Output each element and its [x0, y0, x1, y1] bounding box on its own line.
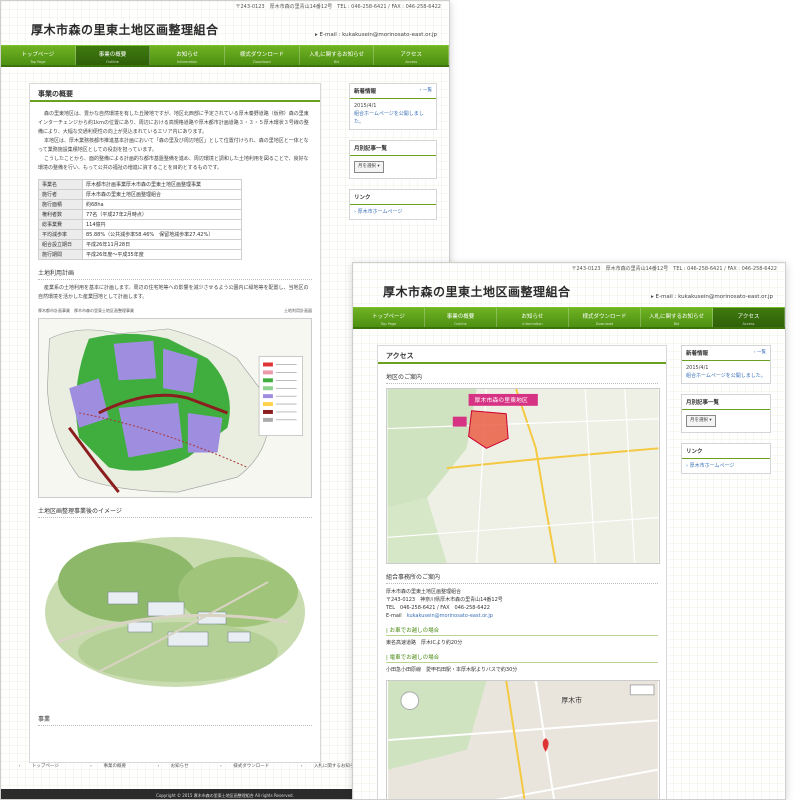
car-heading: | お車でお越しの場合: [386, 626, 658, 636]
office-email: E-mail kukakusein@morinosato-east.or.jp: [386, 613, 493, 619]
land-use-heading: 土地利用計画: [38, 266, 312, 280]
cut-heading: 事業: [38, 712, 312, 726]
global-nav: トップページ Top Page 事業の概要 Outline お知らせ Informat…: [1, 45, 449, 67]
archive-box: 月別記事一覧 月を選択 ▾: [681, 394, 771, 433]
nav-outline[interactable]: 事業の概要 Outline: [425, 308, 497, 327]
map-city-label: 厚木市: [561, 696, 582, 705]
table-row: 組合設立期日 平成26年11月28日: [38, 239, 242, 250]
area-map: 厚木市森の里東地区: [386, 388, 660, 564]
nav-download[interactable]: 様式ダウンロード Download: [225, 46, 300, 65]
table-row: 施行面積 約68ha: [38, 199, 242, 210]
nav-download[interactable]: 様式ダウンロード Download: [569, 308, 641, 327]
office-section-heading: 組合事務所のご案内: [386, 570, 658, 584]
footer-link-outline[interactable]: › 事業の概要: [90, 764, 136, 769]
train-text: 小田急小田原線 愛甲石田駅・本厚木駅よりバスで約30分: [386, 667, 518, 673]
news-date: 2015/4/1: [354, 103, 377, 109]
site-header: 厚木市森の里東土地区画整理組合 ▸ E-mail : kukakusein@mo…: [1, 11, 449, 45]
site-title[interactable]: 厚木市森の里東土地区画整理組合: [31, 21, 219, 38]
table-row: 施行期間 平成26年度～平成35年度: [38, 249, 242, 260]
main-content: アクセス 地区のご案内 厚木市森の里東地区 組合事務所のご案内 厚木市森の里東土…: [377, 345, 667, 799]
news-more-link[interactable]: › 一覧: [420, 87, 432, 93]
map-captions: 厚木都市計画事業 厚木市森の里東土地区画整理事業 土地利用計画図: [38, 308, 312, 313]
office-name: 厚木市森の里東土地区画整理組合: [386, 589, 462, 595]
header-address: 〒243-0123 厚木市森の里青山14番12号 TEL : 046-258-6…: [571, 266, 778, 272]
news-item-link[interactable]: 組合ホームページを公開しました。: [354, 110, 432, 126]
table-row: 平均減歩率 85.88%（公共減歩率58.46% 保留地減歩率27.42%）: [38, 229, 242, 240]
nav-bid[interactable]: 入札に関するお知らせ Bid: [300, 46, 375, 65]
page-title: 事業の概要: [30, 84, 320, 102]
links-box: リンク › 厚木市ホームページ: [349, 189, 437, 220]
sidebar: 新着情報 › 一覧 2015/4/1 組合ホームページを公開しました。 月別記事一…: [349, 83, 437, 230]
nav-top[interactable]: トップページ Top Page: [353, 308, 425, 327]
map-pin-label: 厚木市森の里東地区: [475, 396, 528, 404]
map-pan-control[interactable]: [400, 691, 420, 711]
nav-top[interactable]: トップページ Top Page: [1, 46, 76, 65]
header-email: ▸ E-mail : kukakusein@morinosato-east.or…: [651, 294, 773, 300]
header-email: ▸ E-mail : kukakusein@morinosato-east.or…: [315, 32, 437, 38]
news-box: 新着情報 › 一覧 2015/4/1 組合ホームページを公開しました。: [349, 83, 437, 130]
news-date: 2015/4/1: [686, 365, 709, 371]
land-use-text: 産業系の土地利用を基本に計画します。周辺の住宅地等への影響を減少させるよう公園内…: [38, 285, 309, 300]
page-title: アクセス: [378, 346, 666, 364]
project-info-table: 事業名 厚木都市計画事業厚木市森の里東土地区画整理事業 施行者 厚木市森の里東土地区…: [38, 179, 242, 260]
footer-link-top[interactable]: › トップページ: [19, 764, 69, 769]
train-heading: | 電車でお越しの場合: [386, 653, 658, 663]
news-item-link[interactable]: 組合ホームページを公開しました。: [686, 372, 766, 380]
nav-bid[interactable]: 入札に関するお知らせ Bid: [641, 308, 713, 327]
access-page-window: 〒243-0123 厚木市森の里青山14番12号 TEL : 046-258-6…: [352, 262, 786, 800]
nav-outline[interactable]: 事業の概要 Outline: [75, 46, 151, 65]
main-content: 事業の概要 森の里東地区は、豊かな自然環境を有した丘陵地ですが、地区北西部に予定…: [29, 83, 321, 763]
archive-box: 月別記事一覧 月を選択 ▾: [349, 140, 437, 179]
footer-link-download[interactable]: › 様式ダウンロード: [220, 764, 279, 769]
office-tel: TEL 046-258-6421 / FAX 046-258-6422: [386, 605, 490, 611]
office-map: 厚木市: [386, 680, 660, 799]
global-nav: トップページ Top Page 事業の概要 Outline お知らせ Informat…: [353, 307, 785, 329]
links-box: リンク › 厚木市ホームページ: [681, 443, 771, 474]
table-row: 総事業費 114億円: [38, 219, 242, 230]
archive-select[interactable]: 月を選択 ▾: [686, 415, 716, 427]
nav-access[interactable]: アクセス Access: [374, 46, 449, 65]
car-text: 東名高速道路 厚木ICより約20分: [386, 640, 463, 646]
table-row: 施行者 厚木市森の里東土地区画整理組合: [38, 189, 242, 200]
archive-select[interactable]: 月を選択 ▾: [354, 161, 384, 173]
header-address: 〒243-0123 厚木市森の里青山14番12号 TEL : 046-258-6…: [235, 4, 442, 10]
site-title[interactable]: 厚木市森の里東土地区画整理組合: [383, 283, 571, 300]
nav-info[interactable]: お知らせ Information: [497, 308, 569, 327]
news-more-link[interactable]: › 一覧: [754, 349, 766, 355]
sidebar: 新着情報 › 一覧 2015/4/1 組合ホームページを公開しました。 月別記事一…: [681, 345, 771, 484]
footer-link-info[interactable]: › お知らせ: [157, 764, 198, 769]
development-image: [45, 537, 305, 687]
table-row: 権利者数 77名（平成27年2月時点）: [38, 209, 242, 220]
link-atsugi-city[interactable]: › 厚木市ホームページ: [686, 463, 734, 469]
outline-paragraph-3: こうしたことから、面的整備による計画的な都市基盤整備を進め、周辺環境と調和した土…: [38, 156, 309, 171]
map-type-control[interactable]: [629, 684, 655, 696]
table-row: 事業名 厚木都市計画事業厚木市森の里東土地区画整理事業: [38, 179, 242, 190]
nav-info[interactable]: お知らせ Information: [150, 46, 226, 65]
nav-access[interactable]: アクセス Access: [713, 308, 785, 327]
image-heading: 土地区画整理事業後のイメージ: [38, 504, 312, 518]
land-use-plan-map: [38, 318, 312, 498]
office-address: 〒243-0123 神奈川県厚木市森の里青山14番12号: [386, 597, 503, 603]
news-box: 新着情報 › 一覧 2015/4/1 組合ホームページを公開しました。: [681, 345, 771, 384]
outline-paragraph-2: 本地区は、厚木業務核都市推進基本計画において「森の里及び周辺地区」として位置付け…: [38, 138, 309, 153]
site-header: 厚木市森の里東土地区画整理組合 ▸ E-mail : kukakusein@mo…: [353, 273, 785, 307]
link-atsugi-city[interactable]: › 厚木市ホームページ: [354, 209, 402, 215]
map-section-heading: 地区のご案内: [386, 370, 658, 384]
outline-paragraph-1: 森の里東地区は、豊かな自然環境を有した丘陵地ですが、地区北西部に予定されている厚…: [38, 111, 309, 135]
